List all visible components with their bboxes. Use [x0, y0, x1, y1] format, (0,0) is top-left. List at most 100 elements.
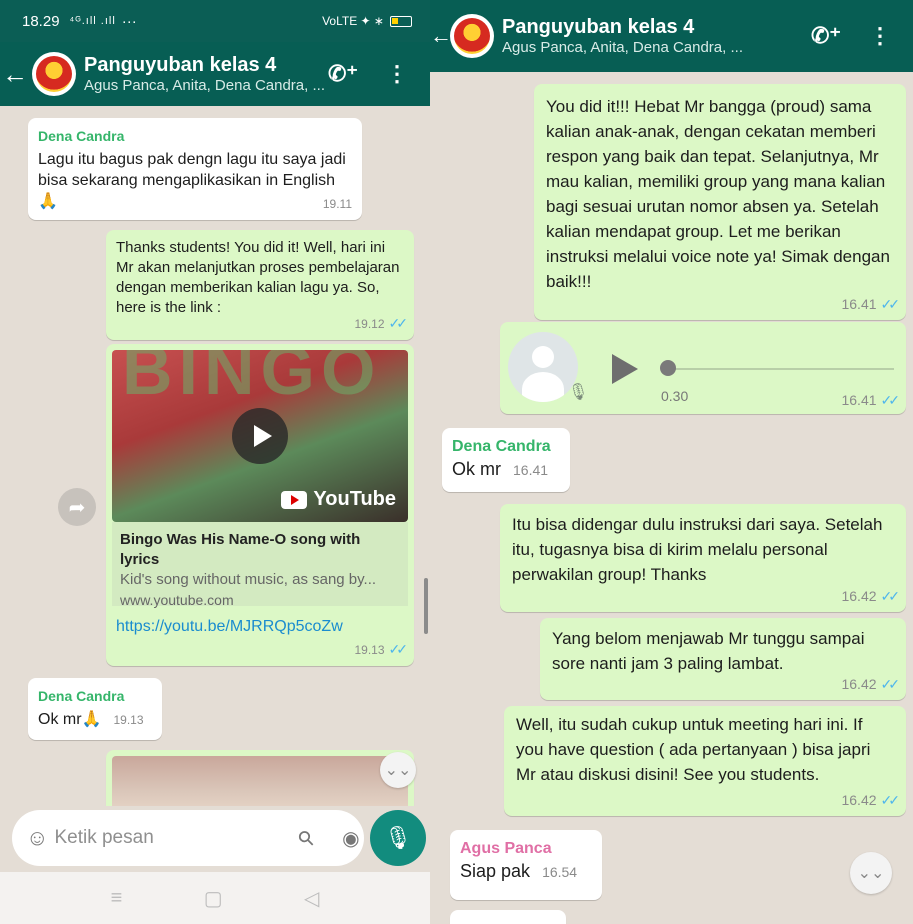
message-body: Siap pak [460, 861, 531, 881]
incoming-message[interactable]: Agus Panca Siap pak 16.54 [450, 830, 602, 900]
sender-name: Dena Candra [452, 438, 551, 455]
group-avatar[interactable] [450, 14, 494, 58]
message-meta: 16.41 ✓✓ [841, 392, 901, 409]
incoming-message[interactable]: Dena Candra Ok mr 16.41 [442, 428, 570, 492]
link-preview-info[interactable]: Bingo Was His Name-O song with lyrics Ki… [112, 522, 408, 608]
voice-record-button[interactable]: 🎙 [370, 810, 426, 866]
chat-header: ← Panguyuban kelas 4 Agus Panca, Anita, … [0, 42, 430, 106]
read-ticks-icon: ✓✓ [880, 588, 901, 604]
more-options-icon[interactable]: ⋮ [869, 23, 891, 49]
message-text: Well, itu sudah cukup untuk meeting hari… [516, 715, 871, 784]
status-time: 18.29 [22, 12, 60, 30]
message-input[interactable] [54, 827, 300, 849]
add-call-icon[interactable]: ✆⁺ [811, 23, 841, 49]
incoming-message-partial[interactable] [450, 910, 566, 924]
message-time: 16.41 [841, 296, 877, 312]
more-options-icon[interactable]: ⋮ [386, 61, 408, 87]
status-more: ··· [121, 12, 137, 30]
right-screenshot: ← Panguyuban kelas 4 Agus Panca, Anita, … [430, 0, 913, 924]
chat-title-block[interactable]: Panguyuban kelas 4 Agus Panca, Anita, De… [502, 16, 811, 56]
read-ticks-icon: ✓✓ [388, 641, 409, 657]
youtube-link-message[interactable]: BINGO YouTube Bingo Was His Name-O song … [106, 344, 414, 666]
back-arrow-icon[interactable]: ← [430, 23, 452, 49]
incoming-message[interactable]: Dena Candra Ok mr🙏 19.13 [28, 678, 162, 740]
home-icon[interactable]: ▢ [204, 886, 223, 911]
sender-name: Dena Candra [38, 128, 125, 144]
youtube-logo: YouTube [281, 489, 396, 510]
video-description: Kid's song without music, as sang by... [120, 571, 377, 588]
outgoing-message[interactable]: Well, itu sudah cukup untuk meeting hari… [504, 706, 906, 816]
battery-icon [390, 15, 412, 27]
message-time: 19.13 [113, 713, 144, 727]
message-time: 16.42 [841, 588, 877, 604]
message-time: 16.54 [542, 864, 578, 880]
outgoing-message[interactable]: Yang belom menjawab Mr tunggu sampai sor… [540, 618, 906, 700]
back-arrow-icon[interactable]: ← [0, 59, 30, 90]
video-title: Bingo Was His Name-O song with lyrics [120, 531, 361, 568]
chat-title-block[interactable]: Panguyuban kelas 4 Agus Panca, Anita, De… [84, 54, 328, 94]
forward-icon[interactable]: ➦ [58, 488, 96, 526]
pray-emoji-icon: 🙏 [38, 193, 58, 210]
message-meta: 16.42 ✓✓ [841, 586, 901, 607]
back-icon[interactable]: ◁ [304, 886, 319, 911]
read-ticks-icon: ✓✓ [880, 792, 901, 808]
scroll-to-bottom-button[interactable]: ⌄⌄ [380, 752, 416, 788]
status-right-icons: VoLTE ✦ ∗ [322, 14, 412, 28]
message-time: 19.11 [322, 197, 352, 211]
video-url-link[interactable]: https://youtu.be/MJRRQp5coZw [116, 616, 343, 637]
recents-icon[interactable]: ≡ [111, 887, 123, 910]
outgoing-message[interactable]: Itu bisa didengar dulu instruksi dari sa… [500, 504, 906, 612]
message-text: Siap pak 16.54 [460, 861, 592, 883]
message-body: Ok mr [38, 711, 82, 728]
message-time: 16.42 [841, 792, 877, 808]
message-time: 16.41 [841, 392, 877, 408]
voice-progress-track[interactable] [668, 368, 894, 370]
left-screenshot: 18.29 ⁴ᴳ.ıll .ıll ··· VoLTE ✦ ∗ ← Panguy… [0, 0, 430, 924]
message-meta: 19.12 ✓✓ [355, 313, 409, 335]
mic-icon: 🎙 [568, 384, 589, 401]
chat-members: Agus Panca, Anita, Dena Candra, ... [84, 77, 325, 94]
scroll-to-bottom-button[interactable]: ⌄⌄ [850, 852, 892, 894]
group-avatar[interactable] [32, 52, 76, 96]
message-body: Lagu itu bagus pak dengn lagu itu saya j… [38, 151, 346, 189]
read-ticks-icon: ✓✓ [880, 296, 901, 312]
video-thumbnail[interactable]: BINGO YouTube [112, 350, 408, 522]
play-voice-icon[interactable] [612, 354, 638, 384]
message-text: Ok mr🙏 19.13 [38, 709, 152, 731]
emoji-icon[interactable]: ☺ [26, 825, 48, 851]
play-video-icon[interactable] [232, 408, 288, 464]
outgoing-message[interactable]: Thanks students! You did it! Well, hari … [106, 230, 414, 340]
system-nav-bar: ≡ ▢ ◁ [0, 872, 430, 924]
message-text: Lagu itu bagus pak dengn lagu itu saya j… [38, 149, 352, 212]
camera-icon[interactable]: ◉ [342, 826, 359, 851]
composer: ☺ ⚲ ◉ 🎙 [0, 806, 430, 872]
message-text: Yang belom menjawab Mr tunggu sampai sor… [552, 629, 865, 673]
thumbnail-text: BINGO [122, 350, 382, 409]
scrollbar[interactable] [424, 578, 428, 634]
message-input-box[interactable]: ☺ ⚲ ◉ [12, 810, 364, 866]
mic-icon: 🎙 [384, 825, 412, 850]
message-time: 16.42 [841, 676, 877, 692]
message-text: You did it!!! Hebat Mr bangga (proud) sa… [546, 97, 890, 291]
chat-members: Agus Panca, Anita, Dena Candra, ... [502, 39, 743, 56]
group-logo-icon [454, 18, 490, 54]
read-ticks-icon: ✓✓ [388, 315, 409, 331]
incoming-message[interactable]: Dena Candra Lagu itu bagus pak dengn lag… [28, 118, 362, 220]
message-time: 16.41 [513, 462, 549, 478]
youtube-play-icon [281, 490, 308, 509]
youtube-brand: YouTube [313, 488, 396, 510]
sender-name: Dena Candra [38, 688, 125, 704]
message-meta: 16.42 ✓✓ [841, 674, 900, 695]
message-text: Thanks students! You did it! Well, hari … [116, 239, 400, 316]
message-meta: 19.13 ✓✓ [355, 639, 409, 661]
outgoing-message[interactable]: You did it!!! Hebat Mr bangga (proud) sa… [534, 84, 906, 320]
chat-title: Panguyuban kelas 4 [502, 16, 695, 38]
pray-emoji-icon: 🙏 [81, 711, 102, 728]
read-ticks-icon: ✓✓ [880, 392, 901, 408]
status-bar: 18.29 ⁴ᴳ.ıll .ıll ··· VoLTE ✦ ∗ [0, 0, 430, 42]
voice-seek-handle[interactable] [660, 360, 676, 376]
add-call-icon[interactable]: ✆⁺ [328, 61, 358, 87]
chat-header: ← Panguyuban kelas 4 Agus Panca, Anita, … [430, 0, 913, 72]
voice-note-message[interactable]: 🎙 0.30 16.41 ✓✓ [500, 322, 906, 414]
sender-name: Agus Panca [460, 840, 552, 857]
